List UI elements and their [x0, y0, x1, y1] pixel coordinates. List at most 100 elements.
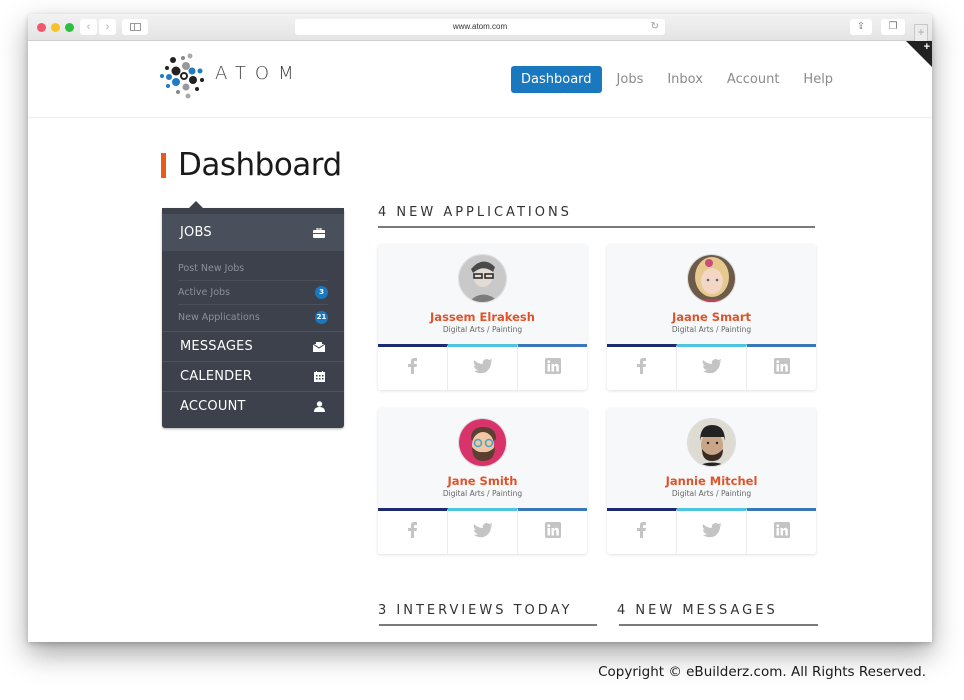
linkedin-icon [773, 358, 790, 379]
sidebar-item-label: CALENDER [180, 369, 253, 384]
applicant-name[interactable]: Jaane Smart [607, 310, 816, 324]
sidebar-item-label: MESSAGES [180, 339, 253, 354]
twitter-button[interactable] [448, 508, 518, 554]
section-divider [379, 624, 597, 626]
submenu-active-jobs[interactable]: Active Jobs 3 [178, 281, 328, 305]
back-button[interactable]: ‹ [80, 19, 97, 35]
twitter-button[interactable] [448, 344, 518, 390]
applicant-name[interactable]: Jane Smith [378, 474, 587, 488]
forward-button[interactable]: › [99, 19, 116, 35]
applicant-role: Digital Arts / Painting [671, 489, 752, 498]
sidebar-toggle-button[interactable] [122, 19, 148, 35]
facebook-button[interactable] [378, 344, 448, 390]
copyright-text: Copyright © eBuilderz.com. All Rights Re… [598, 664, 926, 680]
facebook-icon [408, 358, 417, 379]
social-links [607, 508, 816, 554]
linkedin-button[interactable] [747, 508, 816, 554]
nav-dashboard[interactable]: Dashboard [511, 66, 602, 93]
linkedin-button[interactable] [747, 344, 816, 390]
social-links [378, 344, 587, 390]
sidebar-item-jobs[interactable]: JOBS [162, 208, 344, 251]
sidebar-item-label: JOBS [180, 225, 212, 240]
new-tab-button[interactable]: + [914, 24, 928, 41]
reload-icon[interactable]: ↻ [651, 19, 659, 35]
applicant-role: Digital Arts / Painting [671, 325, 752, 334]
linkedin-button[interactable] [518, 344, 587, 390]
avatar[interactable] [458, 254, 507, 303]
page-title: Dashboard [161, 147, 342, 183]
user-icon [312, 401, 326, 413]
nav-inbox[interactable]: Inbox [658, 66, 712, 93]
logo[interactable]: ATOM [159, 52, 314, 100]
twitter-icon [473, 358, 493, 379]
site-header: ATOM Dashboard Jobs Inbox Account Help [28, 42, 932, 118]
twitter-icon [702, 522, 722, 543]
linkedin-icon [544, 522, 561, 543]
applications-section-title: 4 NEW APPLICATIONS [378, 205, 572, 220]
applicant-card[interactable]: Jannie Mitchel Digital Arts / Painting [607, 408, 816, 554]
social-links [607, 344, 816, 390]
twitter-button[interactable] [677, 344, 747, 390]
address-bar[interactable]: www.atom.com ↻ [295, 19, 665, 35]
twitter-icon [473, 522, 493, 543]
calendar-icon [312, 371, 326, 383]
linkedin-icon [544, 358, 561, 379]
close-window-button[interactable] [37, 23, 46, 32]
applicant-role: Digital Arts / Painting [442, 325, 523, 334]
share-icon: ⇪ [856, 21, 866, 32]
chevron-right-icon: › [105, 21, 110, 33]
facebook-button[interactable] [607, 344, 677, 390]
applicant-card[interactable]: Jane Smith Digital Arts / Painting [378, 408, 587, 554]
nav-help[interactable]: Help [794, 66, 842, 93]
logo-text: ATOM [215, 63, 303, 84]
tabs-icon: ❐ [888, 21, 898, 32]
linkedin-button[interactable] [518, 508, 587, 554]
submenu-new-applications[interactable]: New Applications 21 [178, 305, 328, 329]
applicant-card[interactable]: Jassem Elrakesh Digital Arts / Painting [378, 244, 587, 390]
nav-jobs[interactable]: Jobs [608, 66, 653, 93]
browser-window: ‹ › www.atom.com ↻ ⇪ ❐ + + ATOM Dashboar… [28, 14, 932, 642]
minimize-window-button[interactable] [51, 23, 60, 32]
share-button[interactable]: ⇪ [850, 19, 872, 35]
applicant-name[interactable]: Jannie Mitchel [607, 474, 816, 488]
sidebar: JOBS Post New Jobs Active Jobs 3 New App… [162, 201, 344, 428]
applicant-name[interactable]: Jassem Elrakesh [378, 310, 587, 324]
facebook-icon [637, 522, 646, 543]
nav-account[interactable]: Account [718, 66, 789, 93]
browser-titlebar: ‹ › www.atom.com ↻ ⇪ ❐ + [28, 14, 932, 41]
submenu-label: New Applications [178, 311, 260, 323]
sidebar-item-calender[interactable]: CALENDER [162, 361, 344, 391]
facebook-button[interactable] [607, 508, 677, 554]
avatar[interactable] [458, 418, 507, 467]
sidebar-item-label: ACCOUNT [180, 399, 246, 414]
sidebar-icon [129, 23, 141, 31]
submenu-label: Active Jobs [178, 287, 230, 298]
submenu-post-new-jobs[interactable]: Post New Jobs [178, 257, 328, 281]
tabs-button[interactable]: ❐ [881, 19, 905, 35]
twitter-button[interactable] [677, 508, 747, 554]
page-title-text: Dashboard [178, 147, 342, 183]
sidebar-item-account[interactable]: ACCOUNT [162, 391, 344, 421]
main-nav: Dashboard Jobs Inbox Account Help [511, 66, 848, 93]
social-links [378, 508, 587, 554]
sidebar-item-messages[interactable]: MESSAGES [162, 331, 344, 361]
section-divider [619, 624, 818, 626]
avatar[interactable] [687, 418, 736, 467]
atom-logo-icon [160, 53, 204, 99]
linkedin-icon [773, 522, 790, 543]
facebook-icon [637, 358, 646, 379]
facebook-button[interactable] [378, 508, 448, 554]
avatar[interactable] [687, 254, 736, 303]
jobs-submenu: Post New Jobs Active Jobs 3 New Applicat… [162, 251, 344, 331]
interviews-section-title: 3 INTERVIEWS TODAY [378, 603, 573, 618]
applicant-card[interactable]: Jaane Smart Digital Arts / Painting [607, 244, 816, 390]
briefcase-icon [312, 227, 326, 239]
messages-section-title: 4 NEW MESSAGES [617, 603, 778, 618]
submenu-label: Post New Jobs [178, 263, 245, 274]
section-divider [378, 226, 815, 228]
url-text: www.atom.com [452, 22, 508, 31]
facebook-icon [408, 522, 417, 543]
applicant-role: Digital Arts / Painting [442, 489, 523, 498]
maximize-window-button[interactable] [65, 23, 74, 32]
twitter-icon [702, 358, 722, 379]
